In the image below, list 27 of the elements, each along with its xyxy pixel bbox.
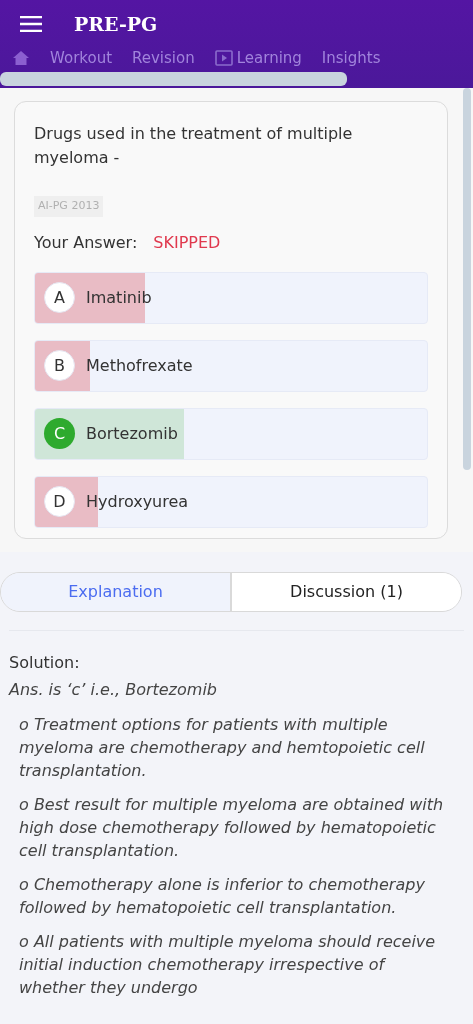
solution-point: o Chemotherapy alone is inferior to chemotherapy followed by hematopoietic cell transplantation. [18, 873, 426, 919]
home-icon[interactable] [12, 50, 30, 66]
solution-point: o Best result for multiple myeloma are obtained with high dose chemotherapy followed by hematopoietic cell transplantation. [18, 793, 445, 862]
solution-answer: Ans. is ‘c’ i.e., Bortezomib [9, 678, 218, 701]
answer-option[interactable]: D Hydroxyurea [34, 475, 428, 528]
detail-tab[interactable]: Discussion (1) [230, 572, 461, 611]
play-icon [214, 50, 233, 66]
menu-icon[interactable] [20, 16, 42, 32]
nav-tab[interactable]: Workout [50, 49, 112, 67]
answer-status: SKIPPED [153, 231, 221, 254]
solution-point: o All patients with multiple myeloma should receive initial induction chemotherapy irrespective of whether they undergo [18, 930, 437, 999]
answer-option[interactable]: A Imatinib [34, 271, 428, 324]
answer-label: Your Answer: [34, 231, 138, 254]
question-text: Drugs used in the treatment of multiple myeloma - [34, 123, 354, 169]
option-text: Imatinib [86, 286, 152, 309]
nav-tab[interactable]: Learning [214, 49, 302, 67]
option-text: Methofrexate [86, 354, 193, 377]
nav-tab[interactable]: Revision [132, 49, 195, 67]
solution-point: o Treatment options for patients with multiple myeloma are chemotherapy and hemtopoietic cell transplantation. [18, 713, 426, 782]
option-text: Bortezomib [86, 422, 178, 445]
option-text: Hydroxyurea [86, 490, 189, 513]
exam-tag: AI-PG 2013 [34, 196, 104, 217]
answer-option[interactable]: C Bortezomib [34, 407, 428, 460]
app-title: PRE-PG [74, 11, 158, 37]
solution-heading: Solution: [9, 651, 81, 674]
answer-option[interactable]: B Methofrexate [34, 339, 428, 392]
nav-tab[interactable]: Insights [321, 49, 381, 67]
